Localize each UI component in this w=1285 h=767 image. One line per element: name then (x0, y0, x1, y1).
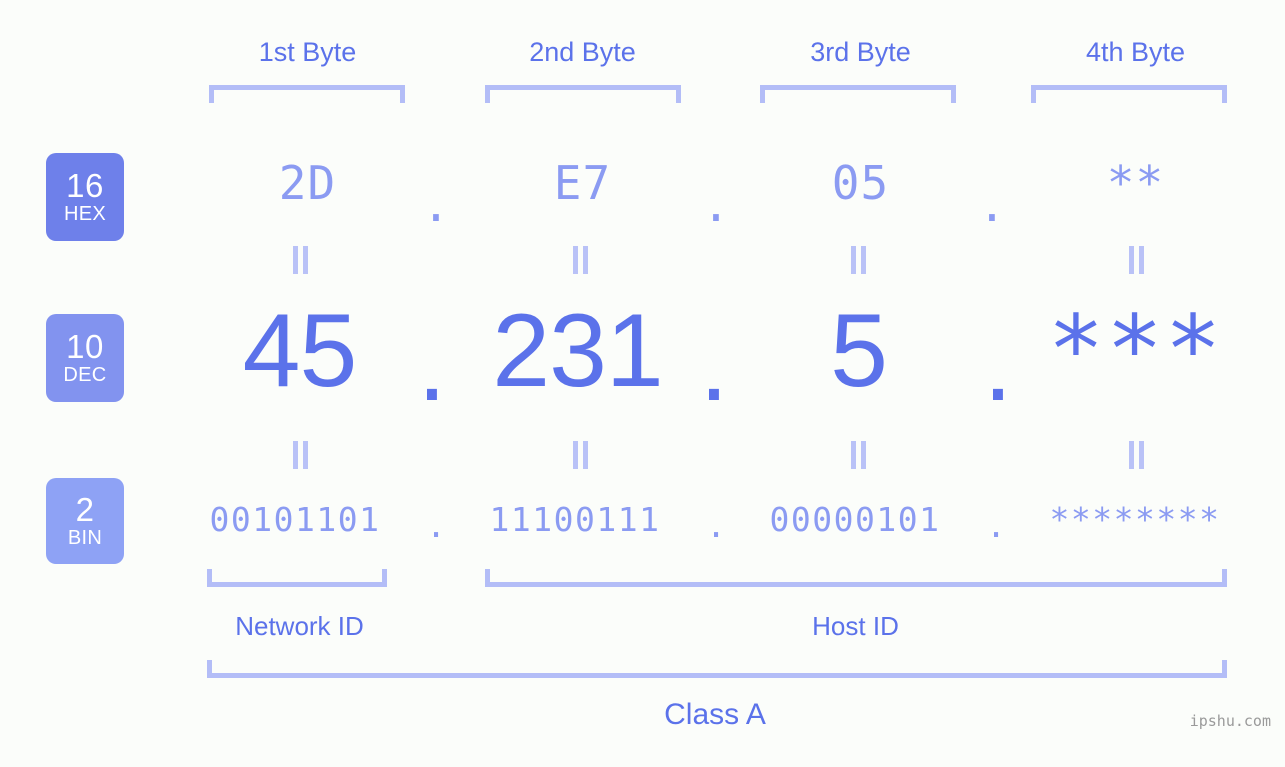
network-id-label: Network ID (235, 611, 364, 641)
radix-badge-bin-number: 2 (75, 491, 95, 528)
class-bracket (207, 660, 1227, 678)
radix-badge-hex-number: 16 (66, 167, 104, 204)
dec-separator-1: . (417, 307, 447, 423)
radix-badge-dec: 10 DEC (46, 314, 124, 402)
equals-icon-hex-dec-2 (570, 246, 592, 274)
bin-separator-3: . (986, 506, 1006, 545)
radix-badge-hex-name: HEX (63, 203, 107, 225)
bin-octet-3: 00000101 (769, 500, 941, 539)
bin-separator-2: . (706, 506, 726, 545)
hex-octet-4: ** (1106, 156, 1165, 210)
equals-icon-hex-dec-4 (1126, 246, 1148, 274)
byte-header-label-1: 1st Byte (258, 37, 357, 67)
radix-badge-dec-name: DEC (63, 364, 107, 386)
dec-octet-4: *** (1047, 296, 1224, 405)
byte-bracket-4 (1031, 85, 1227, 103)
dec-separator-3: . (983, 307, 1013, 423)
byte-header-label-2: 2nd Byte (529, 37, 636, 67)
radix-badge-bin-name: BIN (67, 527, 103, 549)
dec-octet-3: 5 (830, 293, 888, 409)
bin-separator-1: . (426, 506, 446, 545)
host-id-bracket (485, 569, 1227, 587)
byte-header-label-4: 4th Byte (1085, 37, 1186, 67)
equals-icon-dec-bin-4 (1126, 441, 1148, 469)
hex-separator-1: . (422, 178, 450, 232)
equals-icon-dec-bin-1 (290, 441, 312, 469)
class-label: Class A (664, 698, 766, 731)
hex-octet-2: E7 (553, 156, 612, 210)
hex-separator-2: . (702, 178, 730, 232)
bin-octet-4: ******** (1049, 500, 1221, 539)
bin-octet-1: 00101101 (209, 500, 381, 539)
ip-address-breakdown-diagram: 1st Byte 2nd Byte 3rd Byte 4th Byte 16 H… (0, 0, 1285, 767)
dec-octet-1: 45 (242, 293, 358, 409)
host-id-label: Host ID (812, 611, 899, 641)
byte-bracket-2 (485, 85, 681, 103)
dec-octet-2: 231 (492, 293, 664, 409)
byte-header-label-3: 3rd Byte (810, 37, 911, 67)
byte-bracket-3 (760, 85, 956, 103)
radix-badge-bin: 2 BIN (46, 478, 124, 564)
equals-icon-dec-bin-3 (848, 441, 870, 469)
hex-octet-1: 2D (278, 156, 337, 210)
equals-icon-dec-bin-2 (570, 441, 592, 469)
equals-icon-hex-dec-1 (290, 246, 312, 274)
network-id-bracket (207, 569, 387, 587)
site-watermark: ipshu.com (1189, 712, 1271, 730)
radix-badge-dec-number: 10 (66, 328, 104, 365)
hex-octet-3: 05 (831, 156, 890, 210)
radix-badge-hex: 16 HEX (46, 153, 124, 241)
byte-bracket-1 (209, 85, 405, 103)
equals-icon-hex-dec-3 (848, 246, 870, 274)
bin-octet-2: 11100111 (489, 500, 661, 539)
hex-separator-3: . (978, 178, 1006, 232)
dec-separator-2: . (699, 307, 729, 423)
